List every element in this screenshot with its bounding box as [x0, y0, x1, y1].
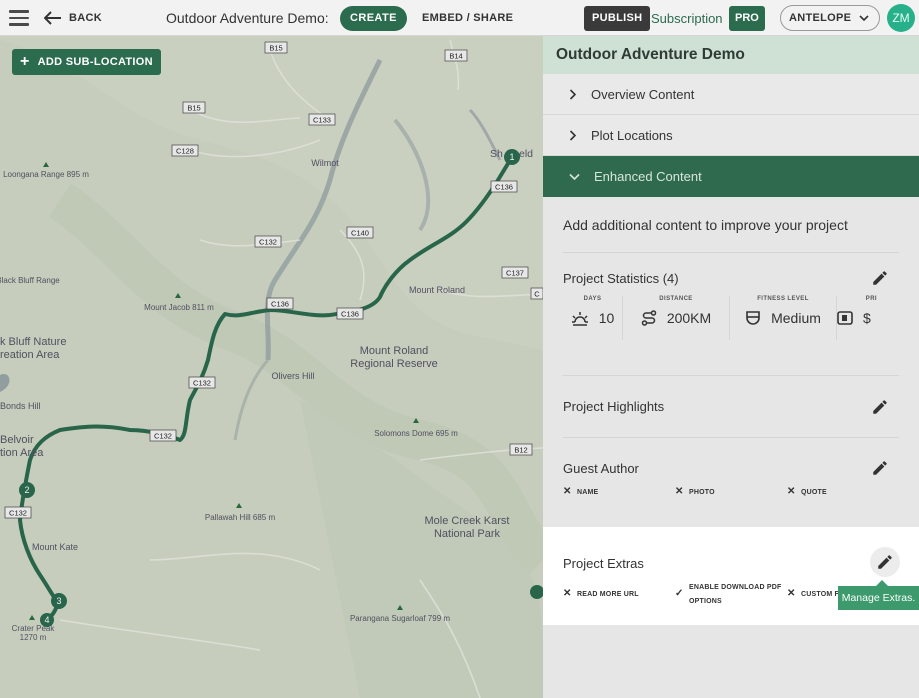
shield-icon	[746, 311, 760, 325]
chevron-down-icon	[859, 14, 869, 21]
embed-share-tab[interactable]: EMBED / SHARE	[422, 0, 513, 36]
price-icon	[837, 311, 853, 325]
edit-highlights-icon[interactable]	[871, 398, 889, 416]
extras-option-download-pdf: ✓ ENABLE DOWNLOAD PDF OPTIONS	[675, 584, 782, 605]
project-extras-section: Project Extras ✕ READ MORE URL ✓ ENABLE DO…	[543, 527, 919, 625]
panel-title: Outdoor Adventure Demo	[543, 36, 919, 74]
statistics-title: Project Statistics (4)	[563, 270, 679, 286]
cross-icon: ✕	[675, 486, 684, 497]
accordion-enhanced-content[interactable]: Enhanced Content	[543, 156, 919, 197]
avatar-initials: ZM	[887, 4, 915, 32]
create-tab[interactable]: CREATE	[340, 0, 407, 36]
guest-author-section: Guest Author ✕ NAME ✕ PHOTO ✕ QUOTE	[563, 438, 899, 528]
avatar[interactable]: ZM	[887, 0, 915, 36]
stat-price: PRI $	[837, 296, 877, 340]
add-sub-location-label: ADD SUB-LOCATION	[37, 56, 153, 68]
chevron-right-icon	[569, 88, 577, 100]
project-highlights-section: Project Highlights	[563, 376, 899, 438]
guest-author-title: Guest Author	[563, 460, 639, 476]
stat-days: DAYS 10	[563, 296, 623, 340]
menu-icon[interactable]	[8, 0, 30, 36]
map-view[interactable]: B15 B14 B15 C133 C128 C136 C140 C132 C13…	[0, 36, 543, 698]
accordion-overview-content[interactable]: Overview Content	[543, 74, 919, 115]
enhanced-intro-text: Add additional content to improve your p…	[563, 197, 899, 253]
back-button[interactable]: BACK	[44, 0, 102, 36]
manage-extras-button[interactable]	[870, 547, 900, 577]
extras-title: Project Extras	[563, 555, 644, 571]
map-canvas: B15 B14 B15 C133 C128 C136 C140 C132 C13…	[0, 36, 543, 698]
plus-icon: +	[20, 53, 30, 70]
back-label: BACK	[69, 12, 102, 24]
check-icon: ✓	[675, 588, 684, 599]
chevron-down-icon	[569, 173, 580, 180]
highlights-title: Project Highlights	[563, 399, 665, 414]
cross-icon: ✕	[787, 486, 796, 497]
cross-icon: ✕	[563, 486, 572, 497]
stat-distance: DISTANCE 200KM	[623, 296, 730, 340]
accordion-label: Plot Locations	[591, 127, 673, 143]
create-label: CREATE	[340, 5, 407, 31]
add-sub-location-button[interactable]: + ADD SUB-LOCATION	[12, 49, 161, 75]
pro-label: PRO	[729, 5, 765, 31]
route-icon	[641, 310, 657, 326]
cross-icon: ✕	[563, 588, 572, 599]
chevron-right-icon	[569, 129, 577, 141]
pro-badge[interactable]: PRO	[729, 0, 765, 36]
guest-option-quote: ✕ QUOTE	[787, 486, 827, 497]
top-bar: BACK Outdoor Adventure Demo: CREATE EMBE…	[0, 0, 919, 36]
guest-option-photo: ✕ PHOTO	[675, 486, 715, 497]
account-label: ANTELOPE	[789, 12, 852, 24]
account-dropdown[interactable]: ANTELOPE	[780, 0, 881, 36]
publish-label: PUBLISH	[584, 5, 651, 31]
edit-statistics-icon[interactable]	[871, 269, 889, 287]
edit-extras-icon	[878, 555, 892, 569]
extras-option-custom: ✕ CUSTOM F	[787, 588, 840, 599]
subscription-link[interactable]: Subscription	[651, 0, 723, 36]
edit-guest-author-icon[interactable]	[871, 459, 889, 477]
accordion-label: Overview Content	[591, 86, 695, 102]
accordion-plot-locations[interactable]: Plot Locations	[543, 115, 919, 156]
enhanced-content-body: Add additional content to improve your p…	[543, 197, 919, 528]
arrow-left-icon	[44, 11, 61, 25]
manage-extras-tooltip: Manage Extras.	[838, 580, 919, 610]
publish-button[interactable]: PUBLISH	[584, 0, 651, 36]
project-title: Outdoor Adventure Demo:	[166, 10, 329, 26]
project-statistics-section: Project Statistics (4) DAYS 10 DISTANCE …	[563, 253, 899, 376]
guest-option-name: ✕ NAME	[563, 486, 599, 497]
accordion-label: Enhanced Content	[594, 169, 702, 184]
cross-icon: ✕	[787, 588, 796, 599]
stat-fitness-level: FITNESS LEVEL Medium	[730, 296, 837, 340]
sun-icon	[571, 312, 588, 326]
extras-option-read-more-url: ✕ READ MORE URL	[563, 588, 639, 599]
